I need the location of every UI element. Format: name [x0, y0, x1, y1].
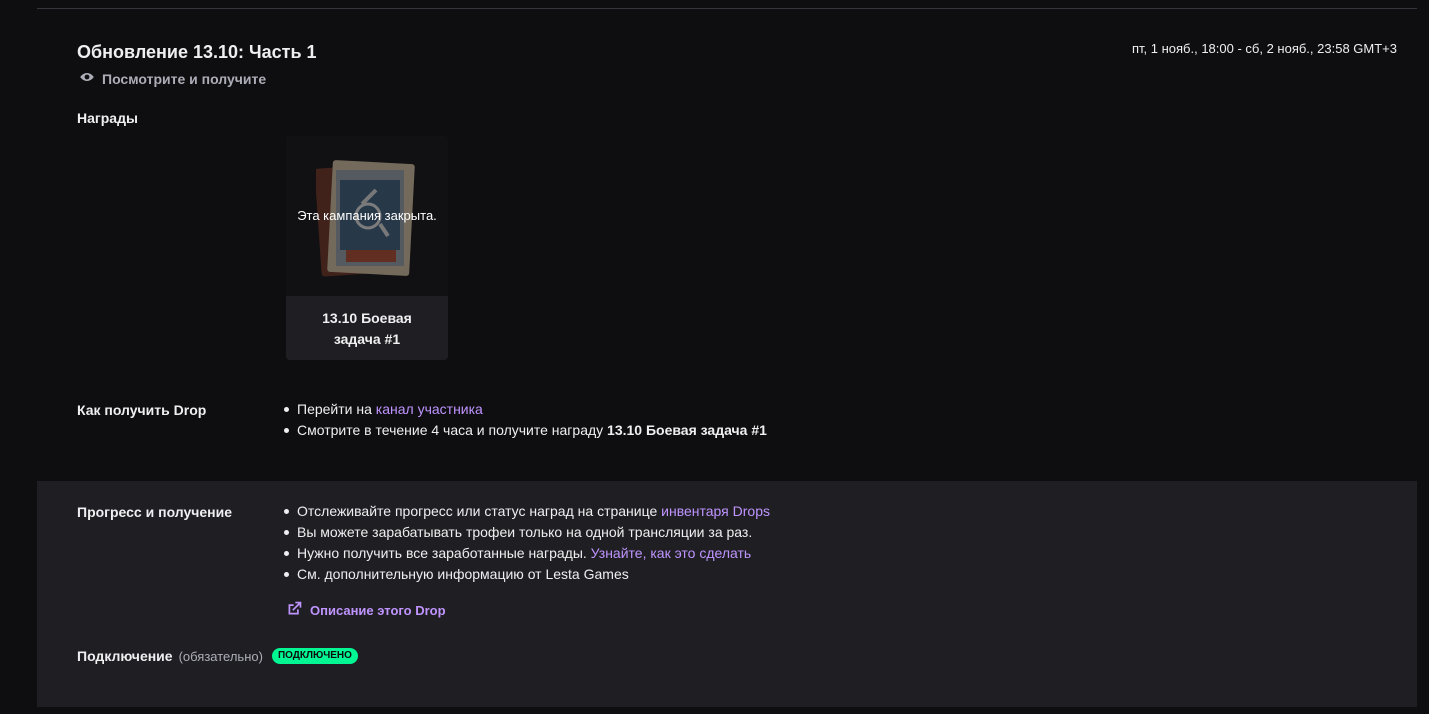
progress-item-2: Вы можете зарабатывать трофеи только на …	[284, 522, 770, 543]
progress-label: Прогресс и получение	[77, 504, 233, 520]
campaign-title: Обновление 13.10: Часть 1	[77, 42, 317, 62]
how-to-step-2: Смотрите в течение 4 часа и получите наг…	[284, 420, 767, 441]
eye-icon	[79, 69, 95, 88]
connected-badge: ПОДКЛЮЧЕНО	[271, 648, 358, 664]
participant-channel-link[interactable]: канал участника	[376, 401, 483, 417]
reward-image: Эта кампания закрыта.	[286, 136, 448, 296]
connection-label: Подключение	[77, 648, 173, 664]
learn-how-link[interactable]: Узнайте, как это сделать	[591, 545, 752, 561]
drops-inventory-link[interactable]: инвентаря Drops	[661, 503, 770, 519]
connection-required-note: (обязательно)	[178, 648, 263, 664]
campaign-closed-label: Эта кампания закрыта.	[297, 208, 437, 223]
how-to-step-2-reward: 13.10 Боевая задача #1	[607, 422, 767, 438]
campaign-subtitle-label: Посмотрите и получите	[102, 70, 267, 87]
drop-description-link[interactable]: Описание этого Drop	[286, 600, 446, 620]
how-to-step-1: Перейти на канал участника	[284, 399, 767, 420]
top-divider	[37, 8, 1417, 9]
drop-description-label: Описание этого Drop	[310, 602, 446, 618]
how-to-step-1-text: Перейти на	[297, 401, 376, 417]
drops-campaign-page: Обновление 13.10: Часть 1 Посмотрите и п…	[0, 0, 1429, 714]
progress-item-3-text: Нужно получить все заработанные награды.	[297, 545, 591, 561]
how-to-step-2-text: Смотрите в течение 4 часа и получите наг…	[297, 422, 608, 438]
progress-item-1-text: Отслеживайте прогресс или статус наград …	[297, 503, 662, 519]
progress-item-3: Нужно получить все заработанные награды.…	[284, 543, 770, 564]
progress-item-1: Отслеживайте прогресс или статус наград …	[284, 501, 770, 522]
rewards-label: Награды	[77, 110, 138, 126]
campaign-date-range: пт, 1 нояб., 18:00 - сб, 2 нояб., 23:58 …	[1131, 41, 1397, 56]
how-to-label: Как получить Drop	[77, 402, 207, 418]
campaign-subtitle: Посмотрите и получите	[79, 69, 266, 88]
reward-card[interactable]: Эта кампания закрыта. 13.10 Боевая задач…	[286, 136, 448, 360]
progress-item-4: См. дополнительную информацию от Lesta G…	[284, 564, 770, 585]
how-to-list: Перейти на канал участника Смотрите в те…	[284, 399, 767, 441]
connection-row: Подключение (обязательно) ПОДКЛЮЧЕНО	[77, 648, 358, 664]
external-link-icon	[286, 600, 303, 620]
progress-list: Отслеживайте прогресс или статус наград …	[284, 501, 770, 585]
reward-name: 13.10 Боевая задача #1	[322, 310, 412, 347]
